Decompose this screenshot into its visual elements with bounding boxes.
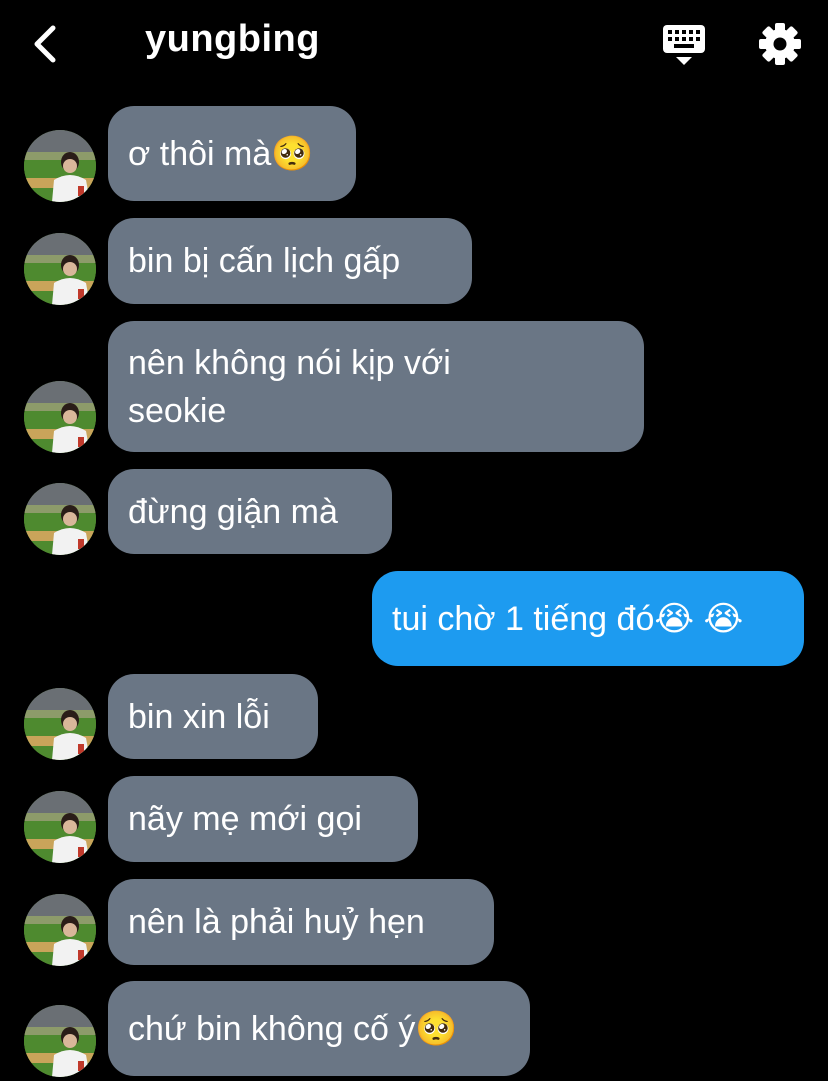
avatar[interactable] [24, 688, 96, 760]
gear-icon [759, 23, 801, 65]
incoming-message-bubble[interactable]: chứ bin không cố ý🥺 [108, 981, 530, 1076]
outgoing-message-bubble[interactable]: tui chờ 1 tiếng đó😭 😭 [372, 571, 804, 666]
avatar[interactable] [24, 1005, 96, 1077]
incoming-message-bubble[interactable]: nãy mẹ mới gọi [108, 776, 418, 862]
incoming-message-bubble[interactable]: bin xin lỗi [108, 674, 318, 759]
keyboard-button[interactable] [660, 22, 708, 68]
avatar[interactable] [24, 381, 96, 453]
settings-button[interactable] [756, 20, 804, 68]
incoming-message-bubble[interactable]: đừng giận mà [108, 469, 392, 554]
keyboard-icon [663, 25, 705, 65]
avatar[interactable] [24, 894, 96, 966]
avatar[interactable] [24, 483, 96, 555]
chat-header: yungbing [0, 0, 828, 90]
incoming-message-bubble[interactable]: nên là phải huỷ hẹn [108, 879, 494, 965]
avatar[interactable] [24, 130, 96, 202]
avatar[interactable] [24, 791, 96, 863]
incoming-message-bubble[interactable]: ơ thôi mà🥺 [108, 106, 356, 201]
incoming-message-bubble[interactable]: bin bị cấn lịch gấp [108, 218, 472, 304]
page-title: yungbing [145, 18, 320, 60]
avatar[interactable] [24, 233, 96, 305]
incoming-message-bubble[interactable]: nên không nói kịp với seokie [108, 321, 644, 452]
back-button[interactable] [26, 22, 66, 66]
chevron-left-icon [34, 25, 56, 63]
